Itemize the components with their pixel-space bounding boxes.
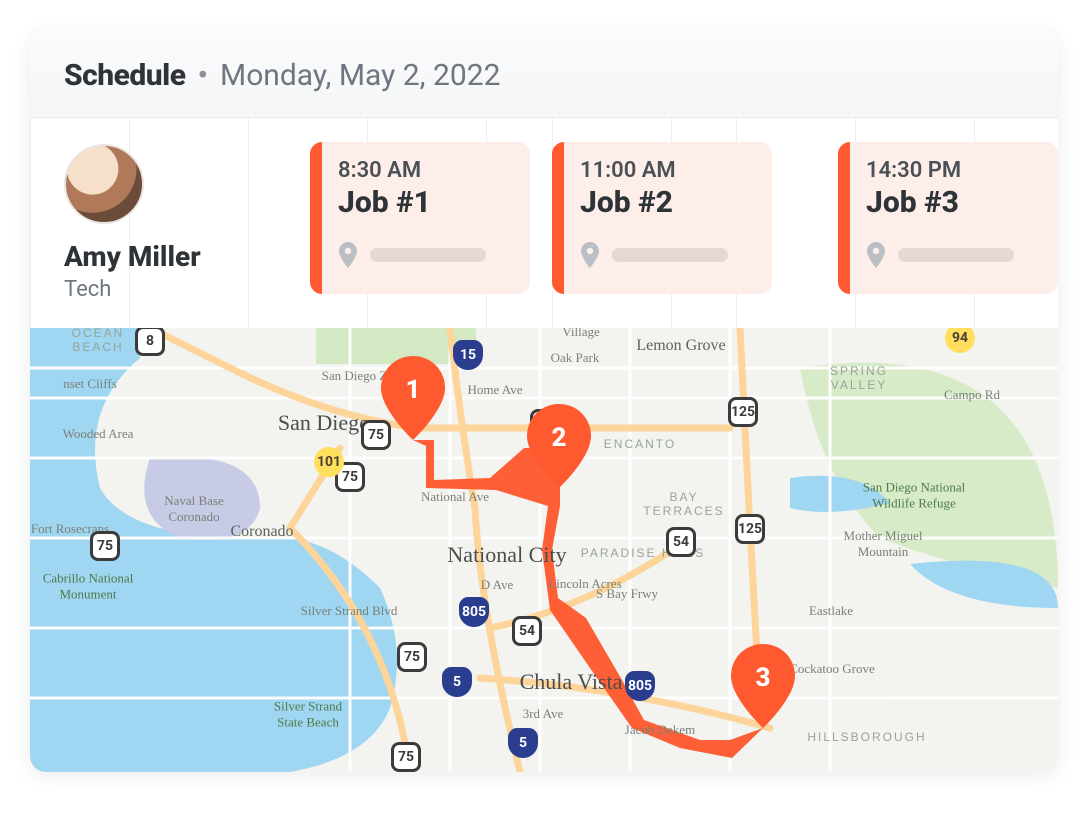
route-map[interactable]: San Diego National City Chula Vista Lemon G… <box>30 328 1058 772</box>
map-city-label: Lemon Grove <box>636 337 725 355</box>
map-city-label: D Ave <box>481 577 514 593</box>
map-city-label: Oak Park <box>551 350 600 366</box>
job-location-row <box>580 242 754 268</box>
map-city-label: 3rd Ave <box>523 706 564 722</box>
job-time: 14:30 PM <box>866 158 1040 183</box>
route-shield-badge: 805 <box>459 597 489 627</box>
route-shield-badge: 75 <box>397 642 427 672</box>
job-card-1[interactable]: 8:30 AM Job #1 <box>310 142 530 294</box>
map-city-label: Home Ave <box>468 382 523 398</box>
job-location-row <box>866 242 1040 268</box>
map-city-label: BAYTERRACES <box>643 490 724 518</box>
job-accent-stripe <box>310 142 322 294</box>
route-shield-badge: 75 <box>391 742 421 772</box>
route-shield-badge: 125 <box>728 397 758 427</box>
map-city-label: SPRINGVALLEY <box>830 364 888 392</box>
route-shield-badge: 805 <box>625 671 655 701</box>
job-title: Job #2 <box>580 185 754 220</box>
map-city-label: National Ave <box>421 489 489 505</box>
map-city-label: Silver StrandState Beach <box>274 698 342 729</box>
map-city-label: Jacob Dekem <box>625 722 695 738</box>
location-pin-icon <box>338 242 358 268</box>
job-time: 8:30 AM <box>338 158 512 183</box>
map-city-label: OCEANBEACH <box>72 328 125 354</box>
job-location-row <box>338 242 512 268</box>
job-accent-stripe <box>552 142 564 294</box>
map-city-label: San Diego <box>278 410 370 436</box>
route-shield-badge: 125 <box>735 514 765 544</box>
location-placeholder-bar <box>370 248 486 262</box>
map-city-label: Coronado <box>230 523 293 541</box>
job-accent-stripe <box>838 142 850 294</box>
schedule-card: Schedule • Monday, May 2, 2022 Amy Mille… <box>30 30 1058 772</box>
map-pin-3[interactable]: 3 <box>731 644 795 728</box>
location-placeholder-bar <box>612 248 728 262</box>
job-card-2[interactable]: 11:00 AM Job #2 <box>552 142 772 294</box>
job-title: Job #1 <box>338 185 512 220</box>
map-city-label: National City <box>447 542 566 568</box>
location-placeholder-bar <box>898 248 1014 262</box>
map-city-label: Wooded Area <box>63 426 134 442</box>
map-city-label: HILLSBOROUGH <box>807 730 926 744</box>
timeline-row: Amy Miller Tech 8:30 AM Job #1 11:00 AM … <box>30 118 1058 328</box>
technician-name: Amy Miller <box>64 240 310 273</box>
map-city-label: Silver Strand Blvd <box>301 603 398 619</box>
route-shield-badge: 75 <box>90 531 120 561</box>
location-pin-icon <box>580 242 600 268</box>
map-pin-2[interactable]: 2 <box>527 404 591 488</box>
map-city-label: Village <box>562 328 599 340</box>
map-city-label: nset Cliffs <box>63 376 117 392</box>
technician-panel: Amy Miller Tech <box>30 118 310 302</box>
schedule-title: Schedule <box>64 58 186 93</box>
map-city-label: Cabrillo NationalMonument <box>43 570 134 601</box>
schedule-date: Monday, May 2, 2022 <box>220 58 500 93</box>
route-shield-badge: 54 <box>666 527 696 557</box>
job-cards-track: 8:30 AM Job #1 11:00 AM Job #2 14:30 PM <box>310 142 1058 304</box>
map-city-label: Cockatoo Grove <box>789 661 875 677</box>
map-city-label: Mother MiguelMountain <box>843 528 922 560</box>
job-card-3[interactable]: 14:30 PM Job #3 <box>838 142 1058 294</box>
map-city-label: Naval BaseCoronado <box>164 493 224 525</box>
map-city-label: S Bay Frwy <box>596 586 658 602</box>
route-shield-badge: 54 <box>512 616 542 646</box>
job-title: Job #3 <box>866 185 1040 220</box>
header-separator: • <box>194 58 213 93</box>
route-shield-badge: 8 <box>135 328 165 356</box>
technician-role: Tech <box>64 277 310 302</box>
map-city-label: Eastlake <box>809 603 853 619</box>
job-time: 11:00 AM <box>580 158 754 183</box>
avatar[interactable] <box>64 144 144 224</box>
route-shield-badge: 15 <box>453 340 483 370</box>
schedule-header: Schedule • Monday, May 2, 2022 <box>30 30 1058 118</box>
map-city-label: Campo Rd <box>944 387 1000 403</box>
map-city-label: ENCANTO <box>604 437 676 451</box>
route-shield-badge: 101 <box>314 447 344 477</box>
location-pin-icon <box>866 242 886 268</box>
map-city-label: San Diego NationalWildlife Refuge <box>863 479 966 510</box>
route-shield-badge: 5 <box>442 667 472 697</box>
map-pin-1[interactable]: 1 <box>381 356 445 440</box>
map-city-label: Chula Vista <box>520 669 623 695</box>
route-shield-badge: 5 <box>508 728 538 758</box>
